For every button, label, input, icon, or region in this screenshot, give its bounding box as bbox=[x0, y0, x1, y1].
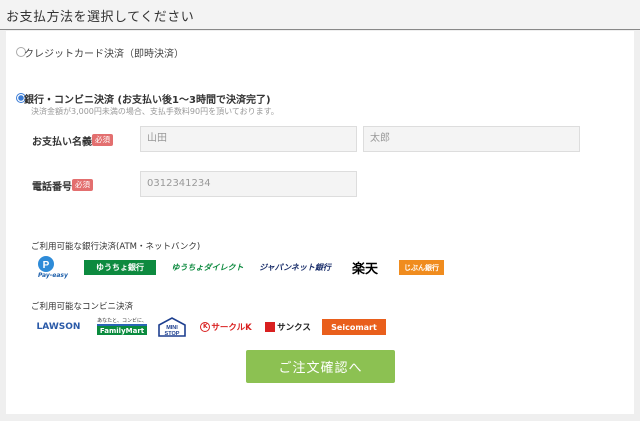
ministop-logo: MINI STOP bbox=[157, 316, 187, 338]
phone-label: 電話番号 bbox=[32, 182, 72, 193]
bank-section-title: ご利用可能な銀行決済(ATM・ネットバンク) bbox=[31, 242, 201, 252]
rakuten-bank-logo: 楽天 bbox=[351, 261, 378, 277]
credit-card-label[interactable]: クレジットカード決済（即時決済） bbox=[24, 45, 184, 60]
circle-k-logo: K サークルK bbox=[198, 319, 254, 335]
jibun-bank-logo: じぶん銀行 bbox=[399, 260, 444, 275]
name-label: お支払い名義 bbox=[32, 137, 92, 148]
bank-convenience-label[interactable]: 銀行・コンビニ決済 (お支払い後1〜3時間で決済完了) bbox=[24, 91, 271, 106]
circle-k-icon: K bbox=[200, 322, 211, 332]
required-badge: 必須 bbox=[72, 179, 93, 191]
required-badge: 必須 bbox=[92, 134, 113, 146]
seicomart-logo: Seicomart bbox=[322, 319, 386, 335]
fee-note: 決済金額が3,000円未満の場合、支払手数料90円を頂いております。 bbox=[31, 107, 279, 116]
page-header: お支払方法を選択してください bbox=[0, 0, 640, 30]
page-title: お支払方法を選択してください bbox=[6, 10, 195, 25]
convenience-section-title: ご利用可能なコンビニ決済 bbox=[31, 302, 134, 312]
yucho-direct-logo: ゆうちょダイレクト bbox=[171, 263, 244, 272]
sunkus-icon bbox=[265, 322, 276, 332]
yucho-bank-logo: ゆうちょ銀行 bbox=[84, 260, 156, 275]
last-name-input[interactable]: 山田 bbox=[140, 126, 357, 152]
first-name-input[interactable]: 太郎 bbox=[363, 126, 580, 152]
sunkus-logo: サンクス bbox=[262, 319, 314, 335]
confirm-order-button[interactable]: ご注文確認へ bbox=[246, 350, 395, 383]
familymart-logo: あなたと、コンビに、 FamilyMart bbox=[97, 318, 147, 335]
svg-text:P: P bbox=[43, 260, 50, 271]
svg-text:STOP: STOP bbox=[165, 331, 180, 337]
japannet-bank-logo: ジャパンネット銀行 bbox=[259, 263, 331, 272]
payeasy-logo: P Pay-easy bbox=[36, 255, 68, 281]
lawson-logo: LAWSON bbox=[36, 322, 81, 332]
phone-input[interactable]: 0312341234 bbox=[140, 171, 357, 197]
